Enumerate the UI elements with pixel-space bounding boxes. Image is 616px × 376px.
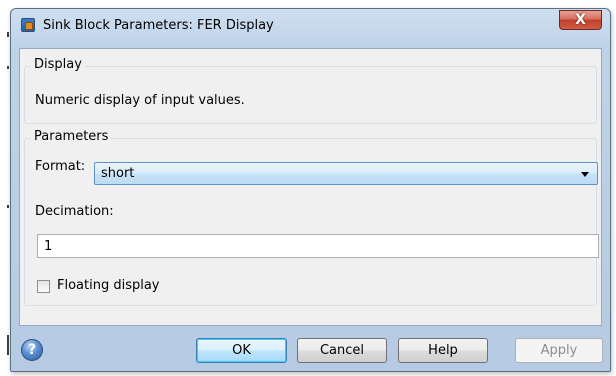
decimation-field-value: 1 (44, 239, 53, 254)
background-window-edge (7, 32, 9, 37)
help-button[interactable]: Help (398, 338, 488, 363)
decimation-label: Decimation: (35, 204, 114, 219)
display-description: Numeric display of input values. (35, 93, 245, 108)
cancel-button[interactable]: Cancel (297, 338, 387, 363)
format-label: Format: (35, 159, 86, 174)
decimation-field[interactable]: 1 (37, 234, 599, 258)
parameters-group-legend: Parameters (31, 129, 112, 144)
display-group-legend: Display (31, 57, 85, 72)
apply-button: Apply (515, 338, 603, 363)
help-icon[interactable]: ? (21, 339, 43, 361)
ok-button[interactable]: OK (196, 338, 287, 363)
simulink-block-icon (21, 18, 35, 32)
window-title: Sink Block Parameters: FER Display (43, 18, 274, 33)
floating-display-label[interactable]: Floating display (57, 278, 160, 293)
format-dropdown-value: short (101, 166, 135, 181)
background-window-edge (7, 66, 9, 69)
close-button[interactable]: X (559, 10, 602, 30)
dialog-window: Sink Block Parameters: FER Display X Dis… (10, 8, 611, 372)
dialog-content: Display Numeric display of input values.… (19, 48, 602, 326)
chevron-down-icon (581, 172, 589, 177)
format-dropdown[interactable]: short (94, 162, 598, 185)
background-window-edge (7, 335, 9, 355)
background-window-edge (7, 205, 9, 208)
floating-display-checkbox[interactable] (37, 280, 50, 293)
title-bar[interactable]: Sink Block Parameters: FER Display X (11, 9, 610, 41)
